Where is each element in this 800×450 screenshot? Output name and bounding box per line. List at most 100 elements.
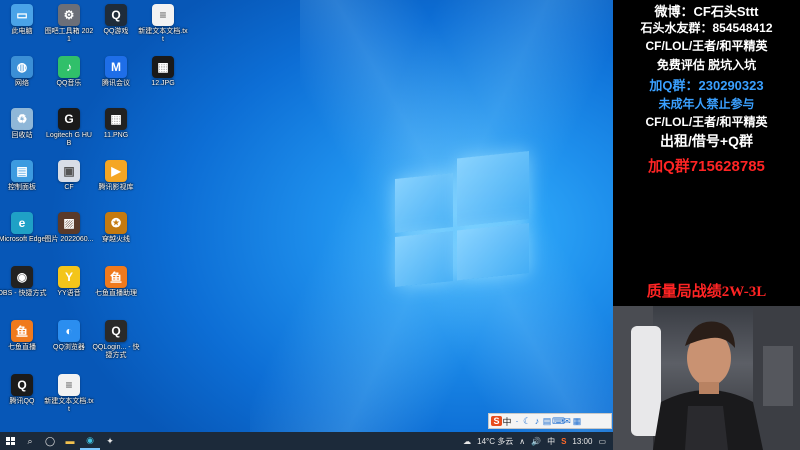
voice-icon[interactable]: ♪: [532, 416, 542, 426]
windows-logo-wallpaper: [395, 150, 529, 288]
start-button[interactable]: [0, 432, 20, 450]
desktop-icon[interactable]: 鱼七鱼直播助理: [91, 266, 141, 298]
desktop-icon-label: QQ浏览器: [53, 344, 85, 351]
taskbar-app-explorer[interactable]: ▬: [60, 432, 80, 450]
desktop-icon[interactable]: ≡ 新建文本文档.txt: [138, 4, 188, 44]
desktop-icon-label: 此电脑: [11, 28, 33, 35]
qq-music-icon: ♪: [58, 56, 80, 78]
system-tray: ☁ 14°C 多云 ∧ 🔊 中 S 13:00 ▭: [460, 432, 613, 450]
taskbar-app-game[interactable]: ✦: [100, 432, 120, 450]
volume-icon[interactable]: 🔊: [531, 437, 541, 446]
games-line: CF/LOL/王者/和平精英: [645, 39, 768, 53]
desktop-icon-label: 控制面板: [8, 184, 36, 191]
control-panel-icon: ▤: [11, 160, 33, 182]
desktop-icon-label: 穿越火线: [102, 236, 130, 243]
desktop-icon[interactable]: Q 腾讯QQ: [0, 374, 47, 406]
search-icon: ⌕: [27, 435, 33, 446]
tencent-video-icon: ▶: [105, 160, 127, 182]
desktop-icon[interactable]: ▦ 12.JPG: [138, 56, 188, 88]
desktop-icon[interactable]: e Microsoft Edge: [0, 212, 47, 244]
taskbar-app-edge[interactable]: ◉: [80, 432, 100, 450]
photo-icon: ▨: [58, 212, 80, 234]
keyboard-icon[interactable]: ⌨: [552, 416, 565, 427]
rental-line: 出租/借号+Q群: [660, 133, 753, 149]
desktop-icon[interactable]: ▶ 腾讯影视库: [91, 160, 141, 192]
qq-browser-icon: ◐: [58, 320, 80, 342]
games-line-2: CF/LOL/王者/和平精英: [645, 115, 768, 129]
qq-group-line: 加Q群：230290323: [649, 78, 764, 93]
desktop-icon-label: 图吧工具箱 2021: [44, 28, 94, 43]
desktop-icon[interactable]: ▨ 图片 2022060...: [44, 212, 94, 244]
mail-icon[interactable]: ✉: [562, 416, 572, 427]
moon-icon[interactable]: ☾: [522, 416, 532, 427]
notification-icon[interactable]: ▭: [598, 437, 606, 446]
desktop-icon-label: 新建文本文档.txt: [44, 398, 94, 413]
clock[interactable]: 13:00: [572, 437, 592, 446]
qq-group-line-2: 加Q群715628785: [648, 158, 765, 175]
desktop-icon-label: 七鱼直播: [8, 344, 36, 351]
desktop-icon-label: CF: [64, 184, 74, 191]
qq-login-icon: Q: [105, 320, 127, 342]
desktop-icon[interactable]: ♪ QQ音乐: [44, 56, 94, 88]
text-file-icon: ≡: [58, 374, 80, 396]
qq-game-icon: Q: [105, 4, 127, 26]
desktop-icon[interactable]: G Logitech G HUB: [44, 108, 94, 148]
desktop-icon-label: YY语音: [57, 290, 81, 297]
windows-icon: [6, 437, 15, 445]
task-view-button[interactable]: ◯: [40, 432, 60, 450]
tray-expand-icon[interactable]: ∧: [519, 437, 525, 446]
desktop-icon[interactable]: Y YY语音: [44, 266, 94, 298]
webcam-feed: [613, 306, 800, 450]
desktop[interactable]: ▭ 此电脑 ◍ 网络 ♻ 回收站 ▤ 控制面板 e Microsoft Edge ◉ OBS - 快捷…: [0, 0, 613, 432]
task-view-icon: ◯: [44, 435, 56, 446]
desktop-icon[interactable]: ▤ 控制面板: [0, 160, 47, 192]
computer-icon: ▭: [11, 4, 33, 26]
sogou-icon[interactable]: S: [561, 437, 566, 446]
recycle-bin-icon: ♻: [11, 108, 33, 130]
desktop-icon[interactable]: ✪ 穿越火线: [91, 212, 141, 244]
menu-icon[interactable]: ▤: [542, 416, 552, 427]
input-language-indicator[interactable]: 中: [547, 436, 555, 447]
desktop-icon[interactable]: ♻ 回收站: [0, 108, 47, 140]
desktop-icon[interactable]: ▣ CF: [44, 160, 94, 192]
folder-icon: ▬: [65, 436, 75, 446]
image-file-icon: ▦: [105, 108, 127, 130]
desktop-icon-label: 12.JPG: [151, 80, 175, 87]
desktop-icon-label: 图片 2022060...: [44, 236, 94, 243]
desktop-icon[interactable]: ◍ 网络: [0, 56, 47, 88]
punctuation-icon[interactable]: ·: [512, 416, 522, 426]
evaluation-line: 免费评估 脱坑入坑: [656, 58, 757, 72]
desktop-icon[interactable]: ≡ 新建文本文档.txt: [44, 374, 94, 414]
sogou-logo-icon[interactable]: S: [491, 416, 502, 426]
grid-icon[interactable]: ▦: [572, 416, 582, 427]
desktop-icon-label: 网络: [15, 80, 29, 87]
desktop-icon-label: 腾讯影视库: [98, 184, 134, 191]
qq-icon: Q: [11, 374, 33, 396]
desktop-icon[interactable]: ▦ 11.PNG: [91, 108, 141, 140]
desktop-icon-label: 回收站: [11, 132, 33, 139]
input-method-toolbar[interactable]: S 中 · ☾ ♪ ▤ ⌨ ✉ ▦: [488, 413, 612, 429]
desktop-icon[interactable]: ◉ OBS - 快捷方式: [0, 266, 47, 298]
desktop-icon[interactable]: 鱼七鱼直播: [0, 320, 47, 352]
fan-group-line: 石头水友群：854548412: [640, 21, 773, 35]
desktop-icon[interactable]: ⚙ 图吧工具箱 2021: [44, 4, 94, 44]
edge-icon: e: [11, 212, 33, 234]
desktop-icon[interactable]: Q QQLogin... - 快捷方式: [91, 320, 141, 360]
desktop-icon-label: 11.PNG: [103, 132, 129, 139]
game-icon: ✦: [106, 435, 114, 446]
search-button[interactable]: ⌕: [20, 432, 40, 450]
weather-text[interactable]: 14°C 多云: [477, 436, 513, 447]
chinese-mode-icon[interactable]: 中: [502, 415, 512, 428]
taskbar: ⌕ ◯ ▬ ◉ ✦ ☁ 14°C 多云 ∧ 🔊 中 S 13:00 ▭: [0, 432, 613, 450]
weibo-line: 微博：CF石头Sttt: [654, 4, 759, 19]
edge-icon: ◉: [86, 434, 94, 445]
desktop-icon[interactable]: ▭ 此电脑: [0, 4, 47, 36]
match-record-line: 质量局战绩2W-3L: [646, 284, 767, 300]
desktop-icon[interactable]: M 腾讯会议: [91, 56, 141, 88]
desktop-icon[interactable]: Q QQ游戏: [91, 4, 141, 36]
weather-icon: ☁: [463, 436, 472, 446]
desktop-icon-label: 七鱼直播助理: [95, 290, 137, 297]
desktop-icon-label: QQ游戏: [103, 28, 129, 35]
desktop-icon-label: Microsoft Edge: [0, 236, 46, 243]
desktop-icon[interactable]: ◐ QQ浏览器: [44, 320, 94, 352]
